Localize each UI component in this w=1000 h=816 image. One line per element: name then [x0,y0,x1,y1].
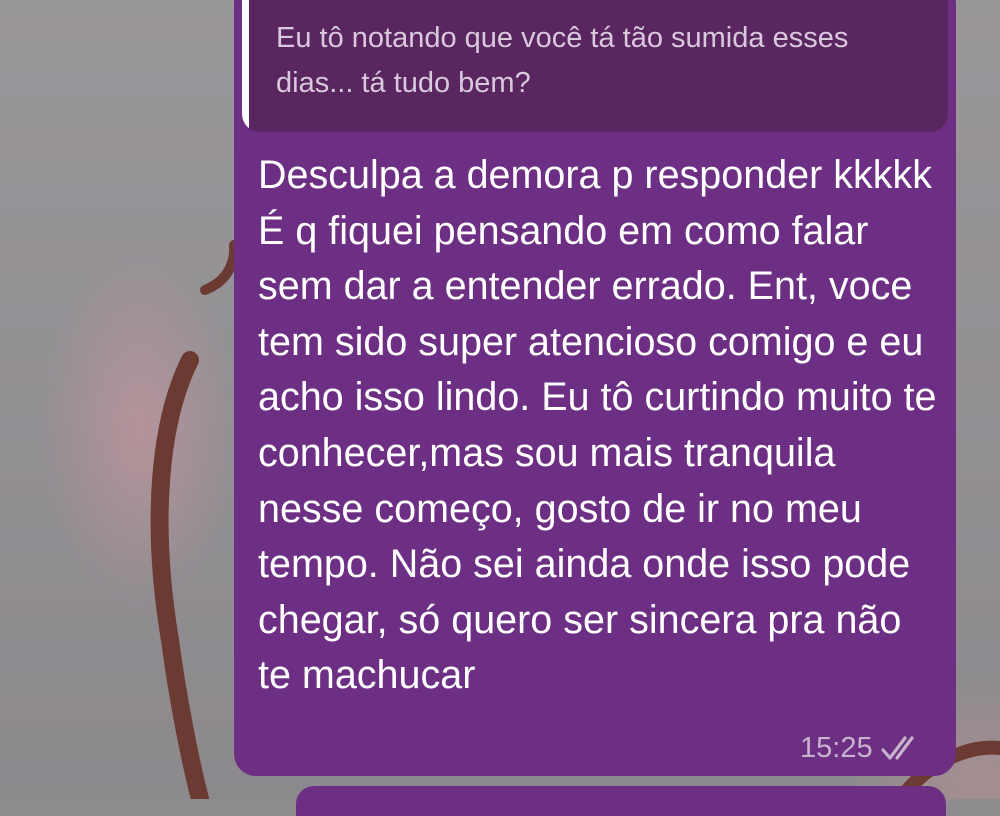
message-meta: 15:25 [800,728,925,768]
message-text: Desculpa a demora p responder kkkkk É q … [258,153,937,698]
message-time: 15:25 [800,731,873,764]
quoted-message-text: Eu tô notando que você tá tão sumida ess… [276,22,849,99]
next-message-bubble[interactable] [296,786,946,816]
quoted-message[interactable]: Eu tô notando que você tá tão sumida ess… [242,0,948,132]
quote-bar [242,0,249,132]
double-check-icon [880,736,914,760]
